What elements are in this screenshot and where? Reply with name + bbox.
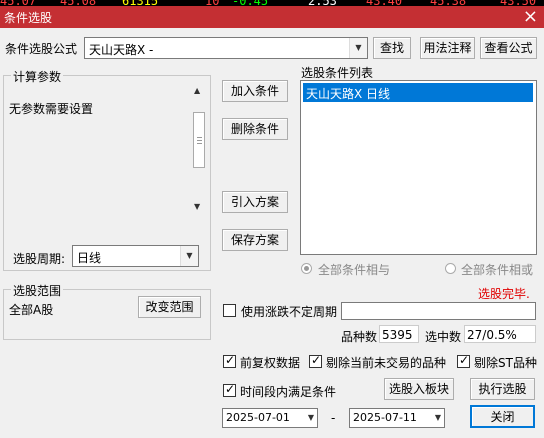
list-item[interactable]: 天山天路X 日线 <box>303 83 533 102</box>
use-irregular-checkbox[interactable] <box>223 304 236 317</box>
window-title: 条件选股 <box>4 11 53 25</box>
view-formula-button[interactable]: 查看公式 <box>480 37 537 59</box>
close-icon[interactable]: × <box>523 6 538 28</box>
condition-list-caption: 选股条件列表 <box>301 66 374 80</box>
count-value: 5395 <box>382 328 413 342</box>
usage-button[interactable]: 用法注释 <box>420 37 475 59</box>
radio-all-or[interactable] <box>445 263 456 274</box>
period-select[interactable]: 日线 ▼ <box>72 245 199 267</box>
scroll-up-icon[interactable]: ▲ <box>194 86 200 95</box>
adjust-checkbox[interactable] <box>223 353 236 368</box>
close-button[interactable]: 关闭 <box>470 405 535 428</box>
end-date-value: 2025-07-11 <box>353 411 417 424</box>
list-item-label: 天山天路X 日线 <box>306 87 391 101</box>
formula-select[interactable]: 天山天路X - ▼ <box>84 37 368 59</box>
count-label: 品种数 <box>341 330 378 344</box>
hit-label: 选中数 <box>425 330 462 344</box>
exclude-untraded-label: 剔除当前未交易的品种 <box>326 356 447 370</box>
time-range-label: 时间段内满足条件 <box>240 385 337 399</box>
irregular-period-input[interactable] <box>341 302 536 320</box>
hit-value: 27/0.5% <box>467 328 517 342</box>
formula-label: 条件选股公式 <box>5 42 78 56</box>
date-separator: - <box>331 411 336 425</box>
adjust-label: 前复权数据 <box>240 356 301 370</box>
title-bar: 条件选股 × <box>0 6 544 28</box>
end-date-picker[interactable]: 2025-07-11 ▼ <box>349 408 445 428</box>
range-caption: 选股范围 <box>11 282 64 299</box>
chevron-down-icon[interactable]: ▼ <box>349 38 367 58</box>
execute-button[interactable]: 执行选股 <box>470 378 535 400</box>
time-range-checkbox[interactable] <box>223 382 236 397</box>
scroll-thumb[interactable] <box>193 112 205 168</box>
use-irregular-label: 使用涨跌不定周期 <box>241 305 338 319</box>
exclude-st-checkbox[interactable] <box>457 353 470 368</box>
params-none-text: 无参数需要设置 <box>9 102 94 116</box>
import-scheme-button[interactable]: 引入方案 <box>222 191 288 213</box>
condition-list[interactable]: 天山天路X 日线 <box>300 80 537 255</box>
range-value: 全部A股 <box>9 303 54 317</box>
chevron-down-icon[interactable]: ▼ <box>308 409 314 427</box>
params-scrollbar[interactable]: ▲ ▼ <box>191 86 207 216</box>
start-date-value: 2025-07-01 <box>226 411 290 424</box>
remove-condition-button[interactable]: 删除条件 <box>222 118 288 140</box>
params-caption: 计算参数 <box>11 68 64 85</box>
period-value: 日线 <box>77 251 102 265</box>
save-scheme-button[interactable]: 保存方案 <box>222 229 288 251</box>
exclude-untraded-checkbox[interactable] <box>309 353 322 368</box>
formula-value: 天山天路X - <box>89 43 154 57</box>
radio-all-or-label: 全部条件相或 <box>461 263 534 277</box>
add-to-block-button[interactable]: 选股入板块 <box>384 378 454 400</box>
find-button[interactable]: 查找 <box>373 37 411 59</box>
start-date-picker[interactable]: 2025-07-01 ▼ <box>222 408 318 428</box>
period-label: 选股周期: <box>13 252 66 266</box>
radio-all-and[interactable] <box>301 263 312 274</box>
chevron-down-icon[interactable]: ▼ <box>435 409 441 427</box>
exclude-st-label: 剔除ST品种 <box>474 356 537 370</box>
add-condition-button[interactable]: 加入条件 <box>222 80 288 102</box>
change-range-button[interactable]: 改变范围 <box>138 296 201 318</box>
chevron-down-icon[interactable]: ▼ <box>180 246 198 266</box>
scroll-down-icon[interactable]: ▼ <box>194 202 200 211</box>
hit-box: 27/0.5% <box>464 325 536 343</box>
radio-all-and-label: 全部条件相与 <box>318 263 391 277</box>
count-box: 5395 <box>379 325 419 343</box>
status-text: 选股完毕. <box>478 287 530 301</box>
